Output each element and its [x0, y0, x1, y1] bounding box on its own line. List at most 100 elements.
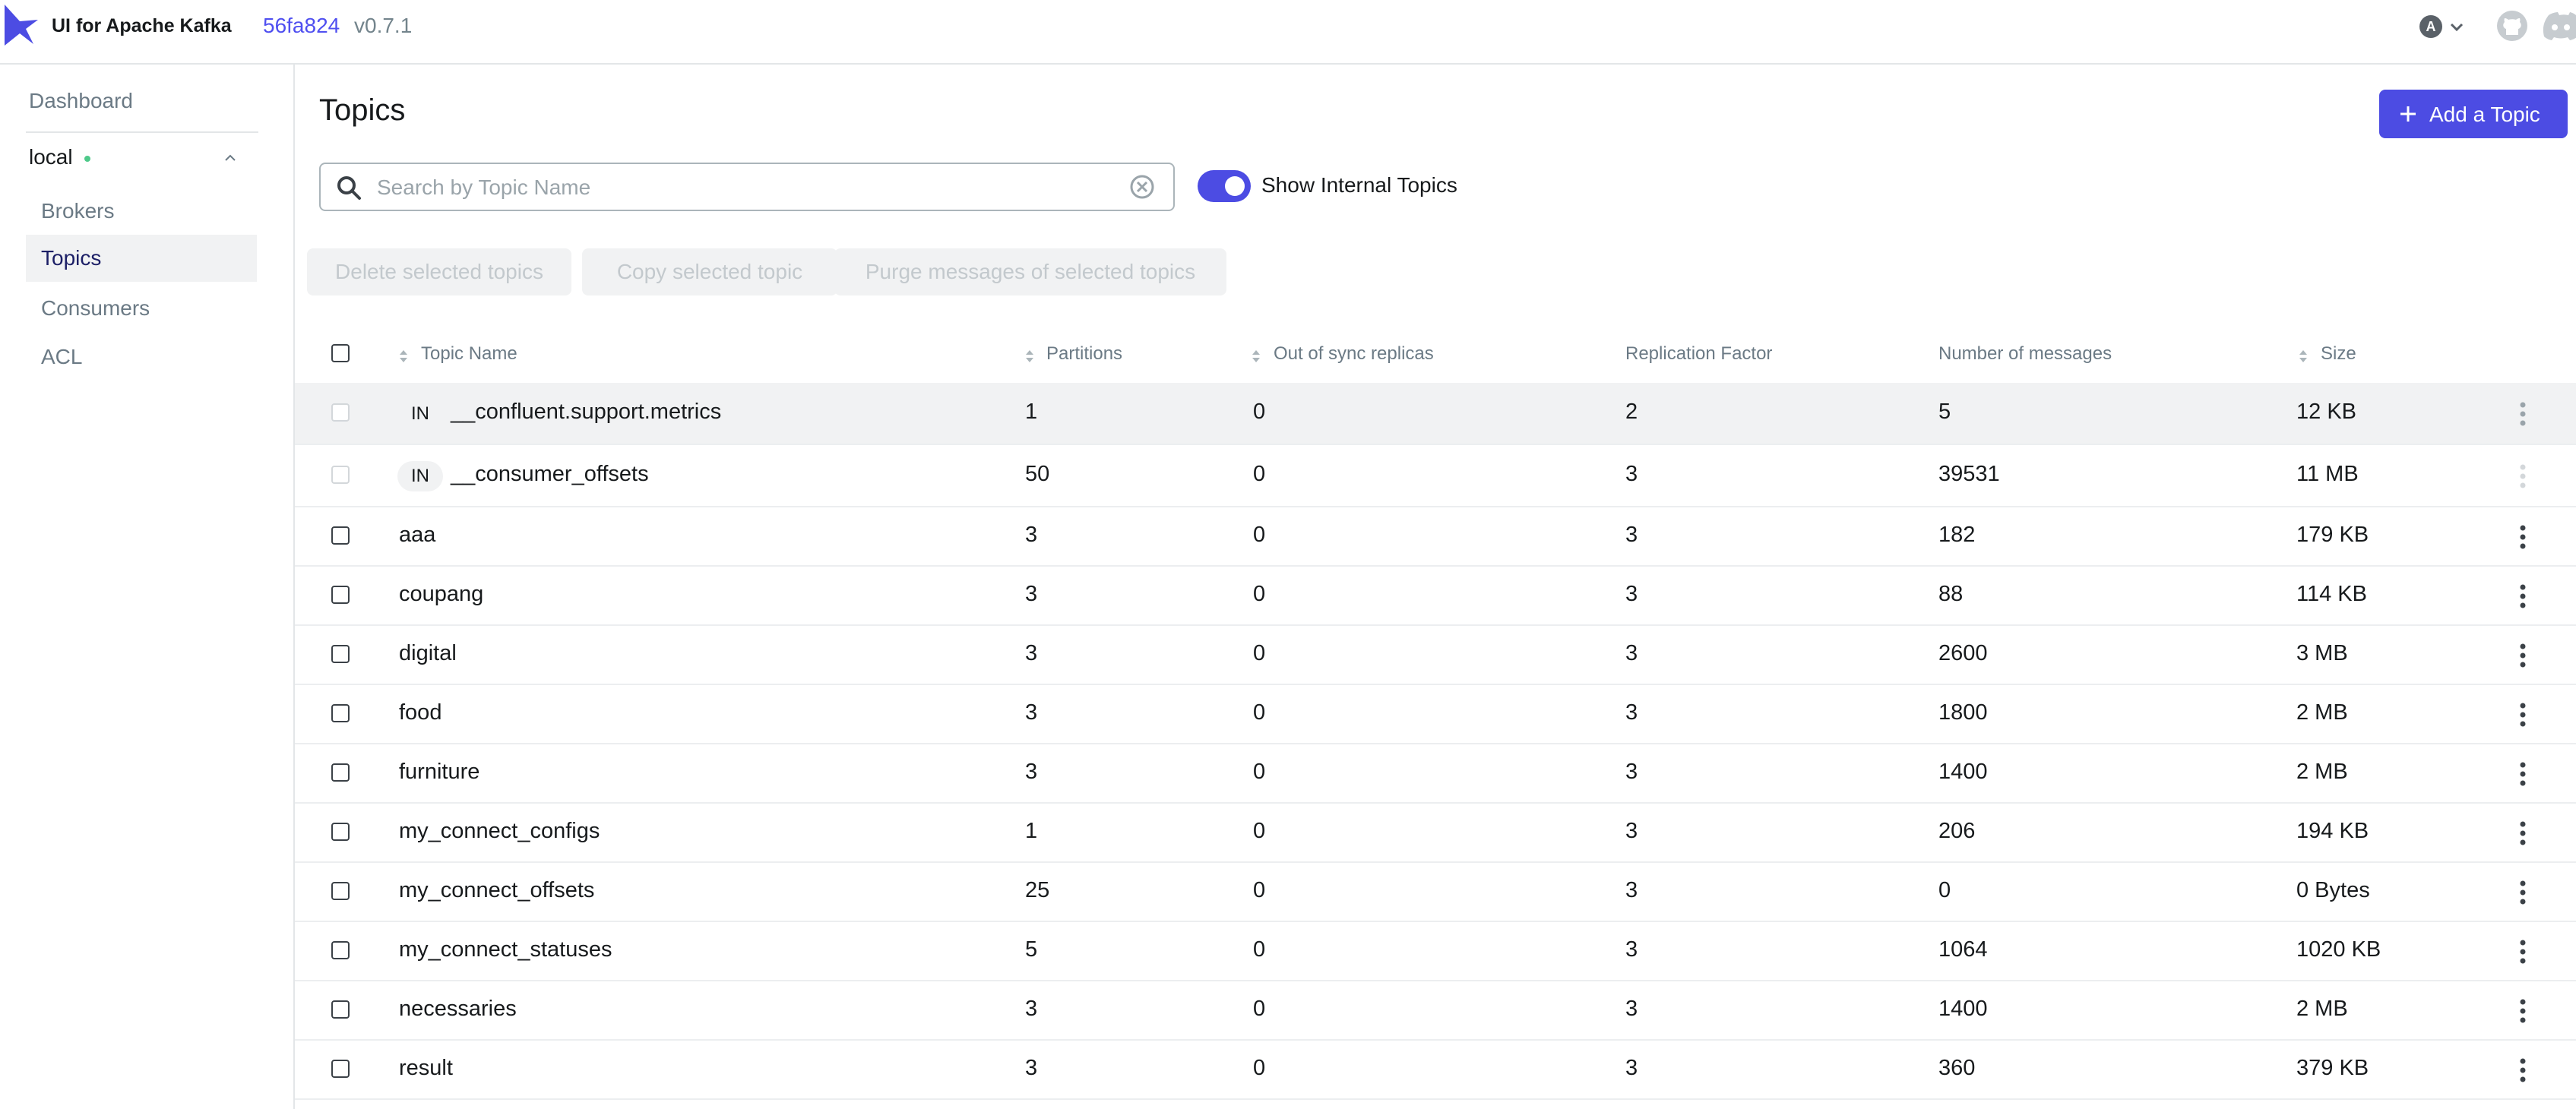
partitions-cell: 3: [1025, 582, 1038, 606]
github-icon[interactable]: [2495, 9, 2529, 43]
size-cell: 1020 KB: [2296, 937, 2381, 962]
topic-name-link[interactable]: __consumer_offsets: [451, 462, 649, 487]
row-select-checkbox[interactable]: [331, 704, 350, 722]
row-select-checkbox: [331, 466, 350, 484]
row-select-checkbox[interactable]: [331, 763, 350, 782]
topic-name-link[interactable]: my_connect_statuses: [399, 937, 612, 962]
row-select-checkbox[interactable]: [331, 526, 350, 545]
row-actions-menu-icon[interactable]: [2518, 640, 2527, 671]
row-actions-menu-icon[interactable]: [2518, 877, 2527, 908]
sidebar-item-topics[interactable]: Topics: [26, 235, 257, 282]
sort-icon[interactable]: [2298, 348, 2309, 365]
row-select-checkbox[interactable]: [331, 1000, 350, 1019]
table-row[interactable]: result 3 0 3 360 379 KB: [295, 1041, 2576, 1100]
row-actions-menu-icon[interactable]: [2518, 461, 2527, 491]
size-cell: 379 KB: [2296, 1056, 2369, 1080]
kafka-ui-logo-icon[interactable]: [3, 2, 41, 49]
topic-name-link[interactable]: aaa: [399, 523, 435, 548]
select-all-checkbox[interactable]: [331, 344, 350, 362]
internal-topic-badge: IN: [411, 403, 429, 424]
column-topic-name[interactable]: Topic Name: [421, 343, 517, 365]
topic-name-link[interactable]: __confluent.support.metrics: [451, 400, 721, 425]
out-of-sync-cell: 0: [1253, 1056, 1266, 1080]
user-menu[interactable]: A: [2416, 14, 2467, 39]
table-row[interactable]: aaa 3 0 3 182 179 KB: [295, 507, 2576, 567]
messages-count-cell: 1400: [1938, 997, 1988, 1021]
table-row[interactable]: food 3 0 3 1800 2 MB: [295, 685, 2576, 744]
show-internal-topics-label: Show Internal Topics: [1261, 173, 1457, 197]
topic-name-link[interactable]: necessaries: [399, 997, 517, 1022]
table-row[interactable]: digital 3 0 3 2600 3 MB: [295, 626, 2576, 685]
row-select-checkbox[interactable]: [331, 823, 350, 841]
row-select-checkbox[interactable]: [331, 1060, 350, 1078]
table-row[interactable]: my_connect_configs 1 0 3 206 194 KB: [295, 804, 2576, 863]
version-number: v0.7.1: [354, 14, 413, 37]
sidebar-item-brokers[interactable]: Brokers: [26, 188, 257, 235]
topic-name-link[interactable]: result: [399, 1056, 453, 1081]
table-row[interactable]: IN __consumer_offsets 50 0 3 39531 11 MB: [295, 445, 2576, 507]
search-input[interactable]: [375, 169, 1108, 207]
size-cell: 114 KB: [2296, 582, 2367, 606]
search-field[interactable]: [319, 163, 1175, 211]
row-actions-menu-icon[interactable]: [2518, 522, 2527, 552]
sort-icon[interactable]: [1024, 348, 1035, 365]
out-of-sync-cell: 0: [1253, 400, 1266, 424]
row-actions-menu-icon[interactable]: [2518, 1055, 2527, 1085]
copy-selected-topic-button[interactable]: Copy selected topic: [582, 248, 837, 295]
column-out-of-sync-replicas[interactable]: Out of sync replicas: [1274, 343, 1434, 365]
replication-factor-cell: 3: [1625, 523, 1638, 547]
messages-count-cell: 39531: [1938, 462, 2000, 486]
show-internal-topics-toggle[interactable]: [1198, 170, 1251, 202]
column-partitions[interactable]: Partitions: [1046, 343, 1122, 365]
out-of-sync-cell: 0: [1253, 700, 1266, 725]
replication-factor-cell: 3: [1625, 937, 1638, 962]
sidebar-item-dashboard[interactable]: Dashboard: [29, 89, 133, 113]
partitions-cell: 3: [1025, 997, 1038, 1021]
add-topic-button[interactable]: Add a Topic: [2379, 90, 2568, 138]
messages-count-cell: 206: [1938, 819, 1976, 843]
messages-count-cell: 182: [1938, 523, 1976, 547]
replication-factor-cell: 3: [1625, 997, 1638, 1021]
topic-name-link[interactable]: food: [399, 700, 441, 725]
version-hash-link[interactable]: 56fa824: [263, 14, 340, 38]
column-size[interactable]: Size: [2321, 343, 2356, 365]
table-row[interactable]: my_connect_offsets 25 0 3 0 0 Bytes: [295, 863, 2576, 922]
topic-name-link[interactable]: my_connect_offsets: [399, 878, 594, 903]
row-select-checkbox[interactable]: [331, 586, 350, 604]
app-title[interactable]: UI for Apache Kafka: [52, 15, 232, 37]
table-row[interactable]: necessaries 3 0 3 1400 2 MB: [295, 981, 2576, 1041]
partitions-cell: 50: [1025, 462, 1050, 486]
table-row[interactable]: coupang 3 0 3 88 114 KB: [295, 567, 2576, 626]
out-of-sync-cell: 0: [1253, 937, 1266, 962]
purge-messages-button[interactable]: Purge messages of selected topics: [834, 248, 1226, 295]
row-actions-menu-icon[interactable]: [2518, 937, 2527, 967]
table-row[interactable]: my_connect_statuses 5 0 3 1064 1020 KB: [295, 922, 2576, 981]
topic-name-link[interactable]: furniture: [399, 760, 479, 785]
row-actions-menu-icon[interactable]: [2518, 996, 2527, 1026]
clear-search-icon[interactable]: [1129, 174, 1155, 200]
table-row[interactable]: IN __confluent.support.metrics 1 0 2 5 12 KB: [295, 383, 2576, 445]
sidebar-item-consumers[interactable]: Consumers: [26, 285, 257, 332]
table-row[interactable]: furniture 3 0 3 1400 2 MB: [295, 744, 2576, 804]
topic-name-link[interactable]: coupang: [399, 582, 483, 607]
row-select-checkbox[interactable]: [331, 882, 350, 900]
size-cell: 11 MB: [2296, 462, 2359, 486]
row-actions-menu-icon[interactable]: [2518, 399, 2527, 429]
partitions-cell: 1: [1025, 400, 1038, 424]
sidebar-item-acl[interactable]: ACL: [26, 333, 257, 381]
cluster-toggle[interactable]: local: [29, 145, 251, 175]
messages-count-cell: 360: [1938, 1056, 1976, 1080]
row-actions-menu-icon[interactable]: [2518, 581, 2527, 611]
sort-icon[interactable]: [398, 348, 409, 365]
row-select-checkbox[interactable]: [331, 645, 350, 663]
sort-icon[interactable]: [1251, 348, 1261, 365]
row-select-checkbox[interactable]: [331, 941, 350, 959]
out-of-sync-cell: 0: [1253, 760, 1266, 784]
topic-name-link[interactable]: digital: [399, 641, 457, 666]
discord-icon[interactable]: [2543, 11, 2576, 41]
row-actions-menu-icon[interactable]: [2518, 818, 2527, 848]
delete-selected-topics-button[interactable]: Delete selected topics: [307, 248, 571, 295]
row-actions-menu-icon[interactable]: [2518, 700, 2527, 730]
row-actions-menu-icon[interactable]: [2518, 759, 2527, 789]
topic-name-link[interactable]: my_connect_configs: [399, 819, 600, 844]
